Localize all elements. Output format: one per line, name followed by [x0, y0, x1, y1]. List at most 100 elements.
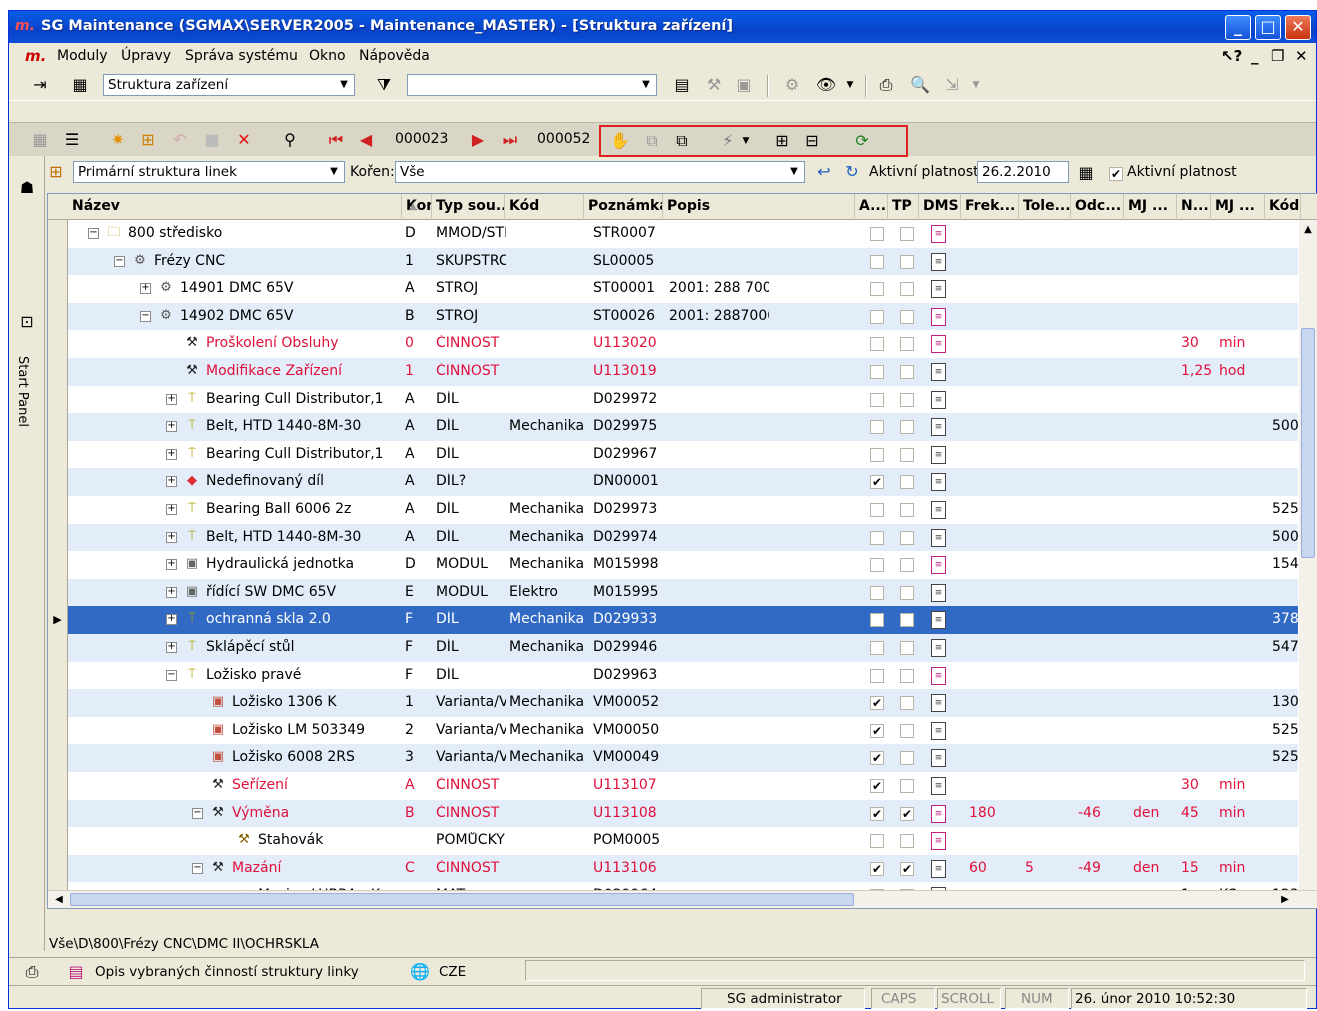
- tp-checkbox[interactable]: [900, 558, 914, 573]
- document-icon[interactable]: ≡: [931, 749, 946, 768]
- tree-collapse-icon[interactable]: ⊟: [801, 131, 823, 151]
- document-icon[interactable]: ≡: [931, 556, 946, 575]
- tp-checkbox[interactable]: [900, 447, 914, 462]
- table-row[interactable]: − ⚒ Výměna B ČINNOST U113108 ✔ ✔ ≡ 180 -46 den 45 min: [48, 799, 1298, 828]
- filter-select[interactable]: ▼: [407, 74, 657, 96]
- row-indicator[interactable]: [48, 744, 68, 772]
- tp-checkbox[interactable]: ✔: [900, 806, 914, 821]
- table-row[interactable]: + ⍑ Belt, HTD 1440-8M-30 A DÍL Mechanika D0299…: [48, 523, 1302, 552]
- document-icon[interactable]: ≡: [931, 666, 946, 685]
- tp-checkbox[interactable]: [900, 779, 914, 793]
- tp-checkbox[interactable]: [900, 503, 914, 517]
- paste-structure-icon[interactable]: ⧉: [671, 131, 693, 151]
- collapse-icon[interactable]: −: [192, 807, 203, 819]
- row-indicator[interactable]: [48, 772, 68, 800]
- table-row[interactable]: + ⚙ 14901 DMC 65V A STROJ ST00001 2001: 288 70…: [48, 275, 1298, 303]
- table-row[interactable]: ▣ Ložisko LM 503349 2 Varianta/V Mechanika VM…: [48, 716, 1302, 745]
- column-header[interactable]: DMS: [919, 194, 961, 220]
- expand-icon[interactable]: +: [166, 504, 177, 515]
- minimize-button[interactable]: _: [1225, 15, 1251, 40]
- tools-icon[interactable]: ⚒: [703, 75, 725, 95]
- refresh-root-icon[interactable]: ↻: [841, 162, 863, 182]
- eye-icon[interactable]: 👁: [815, 75, 837, 95]
- tp-checkbox[interactable]: [900, 751, 914, 766]
- row-indicator[interactable]: [48, 413, 68, 441]
- table-row[interactable]: + ▣ Hydraulická jednotka D MODUL Mechanika M01…: [48, 551, 1302, 579]
- row-indicator[interactable]: [48, 496, 68, 524]
- document-icon[interactable]: ≡: [931, 418, 946, 437]
- tp-checkbox[interactable]: [900, 585, 914, 600]
- tp-checkbox[interactable]: [900, 309, 914, 324]
- document-icon[interactable]: ≡: [931, 363, 946, 381]
- first-record-icon[interactable]: ⏮: [325, 130, 347, 150]
- document-icon[interactable]: ≡: [931, 639, 946, 657]
- table-row[interactable]: + ⍑ Bearing Ball 6006 2z A DÍL Mechanika D0299…: [48, 496, 1302, 524]
- form-icon[interactable]: ☰: [61, 130, 83, 150]
- active-checkbox[interactable]: ✔: [870, 696, 884, 711]
- active-checkbox[interactable]: [870, 282, 884, 297]
- document-icon[interactable]: ≡: [931, 832, 946, 851]
- active-checkbox[interactable]: [870, 309, 884, 324]
- maximize-button[interactable]: □: [1255, 15, 1281, 40]
- document-icon[interactable]: ≡: [931, 859, 946, 878]
- close-button[interactable]: ✕: [1285, 15, 1311, 40]
- collapse-icon[interactable]: −: [114, 255, 125, 267]
- row-indicator[interactable]: [48, 551, 68, 579]
- table-row[interactable]: − ⚒ Mazání C ČINNOST U113106 ✔ ✔ ≡ 60 5 -49 den 15 min: [48, 854, 1298, 883]
- active-checkbox[interactable]: ✔: [870, 779, 884, 793]
- document-icon[interactable]: ≡: [931, 390, 946, 409]
- table-row[interactable]: ⚒ Modifikace Zařízení 1 ČINNOST U113019 ≡ 1,25…: [48, 358, 1298, 386]
- menu-sprava-systemu[interactable]: Správa systému: [185, 48, 298, 64]
- column-header[interactable]: TP: [888, 194, 919, 220]
- document-icon[interactable]: ≡: [931, 611, 946, 630]
- document-icon[interactable]: ≡: [931, 473, 946, 492]
- document-icon[interactable]: ≡: [931, 225, 946, 243]
- document-icon[interactable]: ≡: [931, 445, 946, 464]
- table-row[interactable]: + ◆ Nedefinovaný díl A DÍL? DN00001 ✔ ≡: [48, 468, 1298, 496]
- document-icon[interactable]: ≡: [931, 307, 946, 326]
- column-header[interactable]: MJ ...: [1124, 194, 1177, 220]
- active-checkbox[interactable]: [870, 585, 884, 600]
- tp-checkbox[interactable]: [900, 227, 914, 241]
- active-checkbox[interactable]: [870, 447, 884, 462]
- column-header[interactable]: N...: [1177, 194, 1211, 220]
- help-pointer-icon[interactable]: ↖?: [1221, 47, 1242, 65]
- row-indicator[interactable]: [48, 716, 68, 745]
- validity-date-input[interactable]: 26.2.2010: [977, 161, 1069, 183]
- document-icon[interactable]: ≡: [931, 804, 946, 823]
- active-checkbox[interactable]: [870, 558, 884, 573]
- table-row[interactable]: ▣ Ložisko 1306 K 1 Varianta/V Mechanika VM000…: [48, 689, 1302, 717]
- active-checkbox[interactable]: ✔: [870, 861, 884, 876]
- table-row[interactable]: ⚒ Proškolení Obsluhy 0 ČINNOST U113020 ≡ 30 min: [48, 330, 1298, 358]
- scroll-up-icon[interactable]: ▲: [1297, 220, 1317, 240]
- chevron-down-icon[interactable]: ▼: [965, 75, 987, 95]
- column-header[interactable]: Název: [68, 194, 402, 220]
- horizontal-scrollbar[interactable]: ◀ ▶: [48, 890, 1317, 908]
- table-row[interactable]: −🗀 800 středisko D MMOD/STŘ STR0007 ≡: [48, 220, 1298, 248]
- find-icon[interactable]: ⚲: [279, 130, 301, 150]
- table-row[interactable]: + ⍑ Belt, HTD 1440-8M-30 A DÍL Mechanika D0299…: [48, 413, 1302, 441]
- active-checkbox[interactable]: [870, 365, 884, 379]
- structure-edit-icon[interactable]: ⊞: [137, 130, 159, 150]
- tp-checkbox[interactable]: [900, 668, 914, 683]
- panel-icon[interactable]: ⊡: [16, 312, 38, 332]
- active-checkbox[interactable]: [870, 420, 884, 435]
- chevron-down-icon[interactable]: ▼: [735, 131, 757, 151]
- table-row[interactable]: ⚒ Stahovák POMŮCKY POM0005 ≡: [48, 827, 1298, 855]
- table-row[interactable]: + ⍑ Sklápěcí stůl F DÍL Mechanika D029946 ≡ 5478: [48, 634, 1302, 662]
- table-row[interactable]: − ⍑ Ložisko pravé F DÍL D029963 ≡: [48, 661, 1298, 690]
- collapse-icon[interactable]: −: [88, 228, 99, 239]
- row-indicator[interactable]: [48, 302, 68, 331]
- tp-checkbox[interactable]: [900, 254, 914, 269]
- next-record-icon[interactable]: ▶: [467, 130, 489, 150]
- root-select[interactable]: Vše ▼: [395, 161, 805, 183]
- tp-checkbox[interactable]: [900, 365, 914, 379]
- row-indicator[interactable]: [48, 661, 68, 690]
- last-record-icon[interactable]: ⏭: [499, 130, 521, 150]
- document-icon[interactable]: ≡: [931, 335, 946, 354]
- document-icon[interactable]: ≡: [931, 528, 946, 547]
- tp-checkbox[interactable]: [900, 613, 914, 628]
- active-checkbox[interactable]: ✔: [870, 475, 884, 490]
- start-panel-tab[interactable]: Start Panel: [15, 356, 30, 427]
- row-indicator[interactable]: [48, 330, 68, 358]
